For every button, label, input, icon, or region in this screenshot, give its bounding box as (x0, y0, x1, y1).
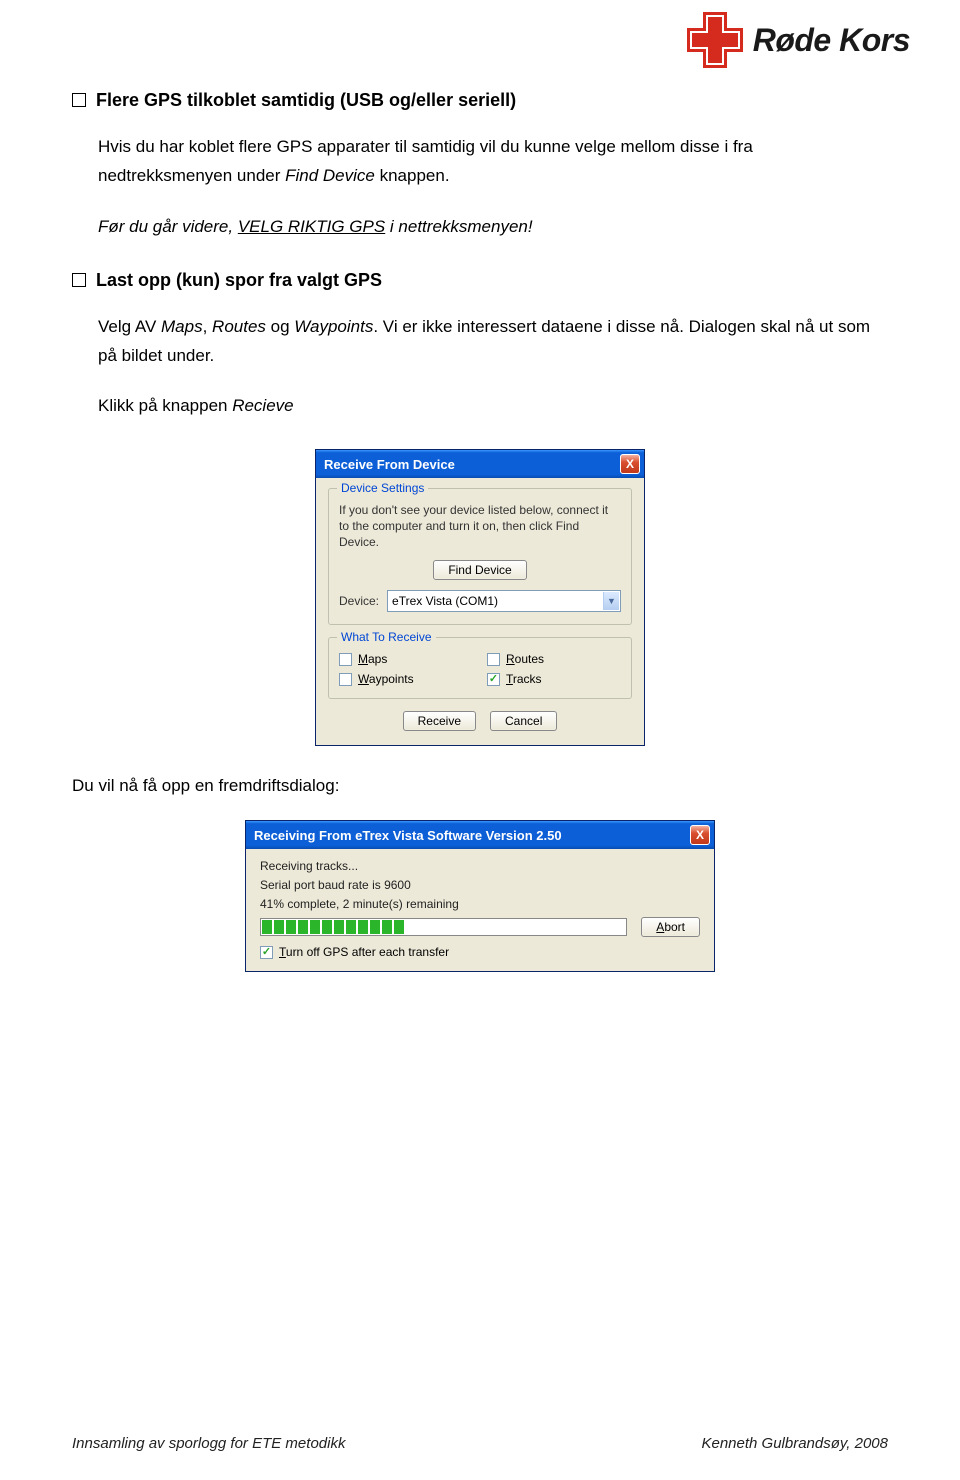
bullet-checkbox-icon (72, 93, 86, 107)
group-help-text: If you don't see your device listed belo… (339, 503, 621, 550)
find-device-button[interactable]: Find Device (433, 560, 526, 580)
section-instruction: Klikk på knappen Recieve (98, 392, 888, 421)
device-select-value: eTrex Vista (COM1) (392, 594, 498, 608)
device-label: Device: (339, 594, 379, 608)
device-select[interactable]: eTrex Vista (COM1) ▼ (387, 590, 621, 612)
close-icon[interactable]: X (620, 454, 640, 474)
checkbox-routes[interactable]: Routes (487, 652, 621, 666)
progress-baud-line: Serial port baud rate is 9600 (260, 878, 700, 892)
page-footer: Innsamling av sporlogg for ETE metodikk … (72, 1435, 888, 1452)
checkbox-waypoints[interactable]: Waypoints (339, 672, 473, 686)
progress-bar (260, 918, 627, 936)
section-note: Før du går videre, VELG RIKTIG GPS i net… (98, 213, 888, 242)
device-settings-group: Device Settings If you don't see your de… (328, 488, 632, 625)
bullet-checkbox-icon (72, 273, 86, 287)
progress-status-line: Receiving tracks... (260, 859, 700, 873)
group-label: What To Receive (337, 630, 436, 644)
red-cross-icon (687, 12, 743, 68)
checkbox-icon (339, 653, 352, 666)
section-heading: Flere GPS tilkoblet samtidig (USB og/ell… (96, 90, 516, 111)
dialog-title: Receiving From eTrex Vista Software Vers… (254, 828, 690, 843)
checkbox-icon (339, 673, 352, 686)
progress-percent-line: 41% complete, 2 minute(s) remaining (260, 897, 700, 911)
cancel-button[interactable]: Cancel (490, 711, 557, 731)
section-paragraph: Hvis du har koblet flere GPS apparater t… (98, 133, 888, 191)
dialog-titlebar: Receive From Device X (316, 450, 644, 478)
close-icon[interactable]: X (690, 825, 710, 845)
section-heading: Last opp (kun) spor fra valgt GPS (96, 270, 382, 291)
dialog-titlebar: Receiving From eTrex Vista Software Vers… (246, 821, 714, 849)
brand-logo: Røde Kors (687, 12, 910, 68)
group-label: Device Settings (337, 481, 428, 495)
dialog-title: Receive From Device (324, 457, 620, 472)
chevron-down-icon: ▼ (603, 592, 619, 610)
checkbox-icon (487, 653, 500, 666)
checkbox-tracks[interactable]: ✓ Tracks (487, 672, 621, 686)
progress-dialog: Receiving From eTrex Vista Software Vers… (245, 820, 715, 972)
receive-dialog: Receive From Device X Device Settings If… (315, 449, 645, 746)
footer-right: Kenneth Gulbrandsøy, 2008 (701, 1435, 888, 1452)
checkbox-turn-off-gps[interactable]: ✓ Turn off GPS after each transfer (260, 945, 449, 959)
footer-left: Innsamling av sporlogg for ETE metodikk (72, 1435, 345, 1452)
checkbox-icon: ✓ (487, 673, 500, 686)
section-paragraph: Velg AV Maps, Routes og Waypoints. Vi er… (98, 313, 888, 371)
abort-button[interactable]: Abort (641, 917, 700, 937)
progress-intro-text: Du vil nå få opp en fremdriftsdialog: (72, 776, 888, 796)
brand-name: Røde Kors (753, 22, 910, 59)
checkbox-icon: ✓ (260, 946, 273, 959)
receive-button[interactable]: Receive (403, 711, 476, 731)
checkbox-maps[interactable]: Maps (339, 652, 473, 666)
what-to-receive-group: What To Receive Maps Routes Waypoints (328, 637, 632, 699)
